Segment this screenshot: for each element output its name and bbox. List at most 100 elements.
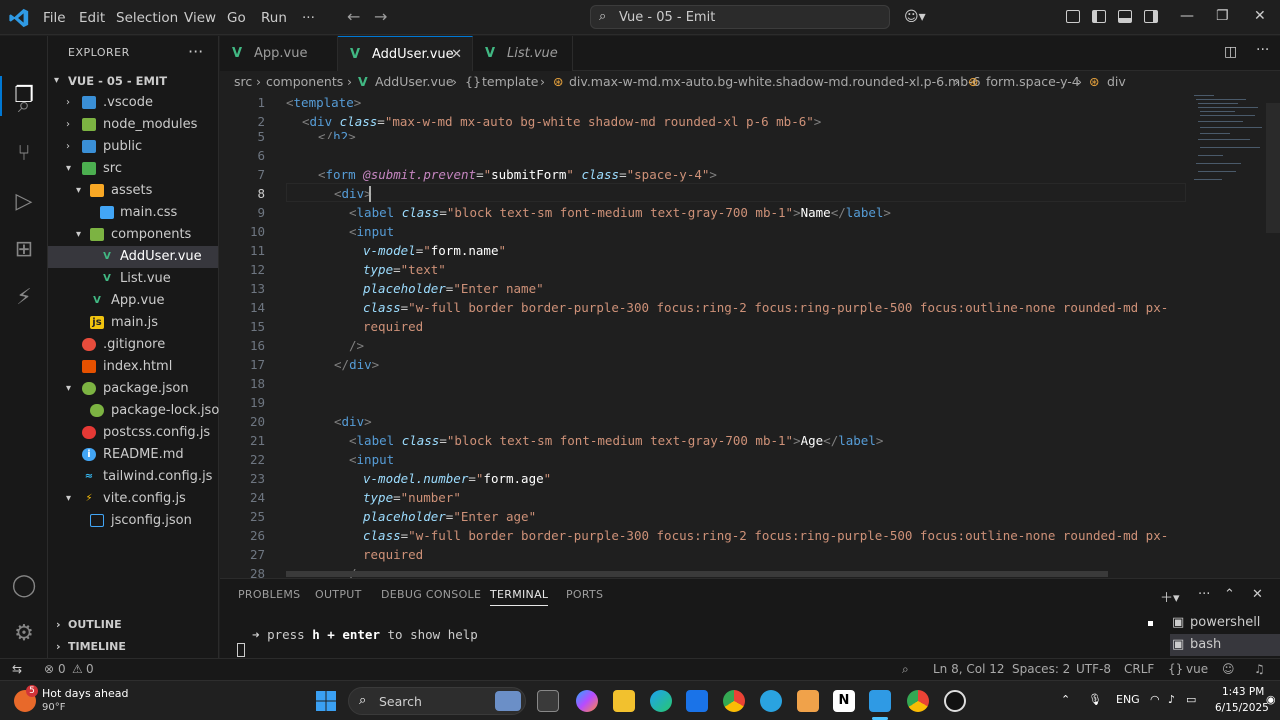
close-window-icon[interactable]: ✕	[1254, 8, 1266, 24]
windows-start-icon[interactable]	[315, 690, 337, 712]
tree-item-public[interactable]: › public	[48, 136, 218, 158]
menu-view[interactable]: View	[184, 10, 216, 26]
tree-item-postcss-config[interactable]: postcss.config.js	[48, 422, 218, 444]
more-actions-icon[interactable]: ···	[188, 42, 203, 61]
notion-icon[interactable]: N	[833, 690, 855, 712]
file-explorer-icon[interactable]	[613, 690, 635, 712]
tree-item-vite-config[interactable]: ▾ ⚡ vite.config.js	[48, 488, 218, 510]
run-debug-icon[interactable]: ▷	[10, 188, 38, 216]
menu-selection[interactable]: Selection	[116, 10, 178, 26]
zoom-icon[interactable]: ⌕	[902, 662, 909, 677]
split-editor-icon[interactable]: ◫	[1224, 44, 1237, 60]
tree-item-app-vue[interactable]: V App.vue	[48, 290, 218, 312]
tab-output[interactable]: OUTPUT	[315, 588, 362, 601]
tree-item-adduser-vue[interactable]: V AddUser.vue	[48, 246, 218, 268]
breadcrumb-item[interactable]: src	[234, 74, 252, 89]
notifications-icon[interactable]: ◉	[1266, 693, 1276, 706]
maximize-panel-icon[interactable]: ⌃	[1224, 587, 1235, 602]
warnings-count[interactable]: 0	[86, 662, 94, 676]
obs-icon[interactable]	[944, 690, 966, 712]
terminal-instance-bash[interactable]: ▣ bash	[1170, 634, 1280, 656]
encoding[interactable]: UTF-8	[1076, 662, 1111, 676]
tray-overflow-icon[interactable]: ⌃	[1061, 693, 1070, 706]
account-icon[interactable]: ◯	[10, 572, 38, 600]
menu-run[interactable]: Run	[261, 10, 287, 26]
tab-app-vue[interactable]: V App.vue	[220, 36, 338, 71]
sublime-app-icon[interactable]	[797, 690, 819, 712]
language-mode[interactable]: vue	[1186, 662, 1208, 676]
clock-date[interactable]: 6/15/2025	[1215, 702, 1269, 714]
source-control-icon[interactable]: ⑂	[10, 140, 38, 168]
copilot-icon[interactable]: ☺	[1222, 662, 1235, 676]
menu-go[interactable]: Go	[227, 10, 246, 26]
tree-item-package-json[interactable]: ▾ package.json	[48, 378, 218, 400]
copilot-app-icon[interactable]	[576, 690, 598, 712]
clock-time[interactable]: 1:43 PM	[1222, 686, 1264, 698]
vertical-scrollbar[interactable]	[1266, 103, 1280, 233]
breadcrumb-item[interactable]: template	[482, 74, 538, 89]
chrome-profile-icon[interactable]	[907, 690, 929, 712]
remote-explorer-icon[interactable]: ⚡	[10, 284, 38, 312]
tree-item-components[interactable]: ▾ components	[48, 224, 218, 246]
weather-temp[interactable]: 90°F	[42, 702, 65, 713]
volume-icon[interactable]: ♪	[1168, 693, 1175, 706]
tree-item-node-modules[interactable]: › node_modules	[48, 114, 218, 136]
tree-item-index-html[interactable]: index.html	[48, 356, 218, 378]
horizontal-scrollbar[interactable]	[286, 571, 1108, 577]
tree-item-src[interactable]: ▾ src	[48, 158, 218, 180]
errors-icon[interactable]: ⊗	[44, 662, 54, 676]
tree-item-readme[interactable]: i README.md	[48, 444, 218, 466]
new-terminal-icon[interactable]: ＋▾	[1160, 587, 1180, 606]
input-language[interactable]: ENG	[1116, 693, 1140, 706]
notifications-bell-icon[interactable]: ♫	[1254, 662, 1265, 676]
command-center[interactable]: ⌕ Vue - 05 - Emit	[590, 5, 890, 29]
tree-item-gitignore[interactable]: .gitignore	[48, 334, 218, 356]
forward-arrow-icon[interactable]: →	[374, 7, 387, 26]
taskbar-search[interactable]: ⌕ Search	[348, 687, 526, 715]
code-editor[interactable]: 1 2 5 6 7 8 9 10 11 12 13 14 15 16 17 18…	[220, 93, 1280, 578]
search-icon[interactable]: ⌕	[10, 92, 38, 120]
tree-item-main-js[interactable]: js main.js	[48, 312, 218, 334]
task-view-icon[interactable]	[537, 690, 559, 712]
tab-list-vue[interactable]: V List.vue	[473, 36, 573, 71]
remote-indicator-icon[interactable]: ⇆	[0, 659, 34, 680]
terminal-instance-powershell[interactable]: ▣ powershell	[1170, 612, 1280, 634]
minimap[interactable]	[1190, 93, 1270, 203]
maximize-icon[interactable]: ❐	[1216, 8, 1229, 24]
breadcrumb-item[interactable]: form.space-y-4	[986, 74, 1080, 89]
tab-ports[interactable]: PORTS	[566, 588, 603, 601]
weather-title[interactable]: Hot days ahead	[42, 687, 128, 700]
tree-item-vscode[interactable]: › .vscode	[48, 92, 218, 114]
breadcrumb-item[interactable]: div.max-w-md.mx-auto.bg-white.shadow-md.…	[569, 74, 981, 89]
chrome-icon[interactable]	[723, 690, 745, 712]
menu-file[interactable]: File	[43, 10, 66, 26]
vscode-taskbar-icon[interactable]	[869, 690, 891, 712]
close-panel-icon[interactable]: ✕	[1252, 587, 1263, 602]
tab-adduser-vue[interactable]: V AddUser.vue ✕	[338, 36, 473, 71]
toggle-secondary-sidebar-icon[interactable]	[1144, 10, 1158, 23]
menu-more[interactable]: ···	[302, 10, 315, 26]
cursor-position[interactable]: Ln 8, Col 12	[933, 662, 1005, 676]
tab-problems[interactable]: PROBLEMS	[238, 588, 300, 601]
microsoft-store-icon[interactable]	[686, 690, 708, 712]
breadcrumb-item[interactable]: components	[266, 74, 343, 89]
warnings-icon[interactable]: ⚠	[72, 662, 83, 676]
edge-browser-icon[interactable]	[650, 690, 672, 712]
tree-item-assets[interactable]: ▾ assets	[48, 180, 218, 202]
timeline-section[interactable]: › TIMELINE	[48, 636, 218, 658]
tree-item-tailwind-config[interactable]: ≈ tailwind.config.js	[48, 466, 218, 488]
tab-debug-console[interactable]: DEBUG CONSOLE	[381, 588, 481, 601]
extensions-icon[interactable]: ⊞	[10, 236, 38, 264]
more-actions-icon[interactable]: ···	[1198, 587, 1210, 602]
outline-section[interactable]: › OUTLINE	[48, 614, 218, 636]
minimize-icon[interactable]: —	[1180, 8, 1194, 24]
tree-item-package-lock-json[interactable]: package-lock.json	[48, 400, 228, 422]
microphone-icon[interactable]: 🎙	[1088, 693, 1102, 706]
line-ending[interactable]: CRLF	[1124, 662, 1154, 676]
toggle-sidebar-icon[interactable]	[1092, 10, 1106, 23]
indentation[interactable]: Spaces: 2	[1012, 662, 1070, 676]
tree-item-list-vue[interactable]: V List.vue	[48, 268, 218, 290]
tree-item-main-css[interactable]: main.css	[48, 202, 218, 224]
tab-terminal[interactable]: TERMINAL	[490, 588, 549, 606]
customize-layout-icon[interactable]	[1066, 10, 1080, 23]
